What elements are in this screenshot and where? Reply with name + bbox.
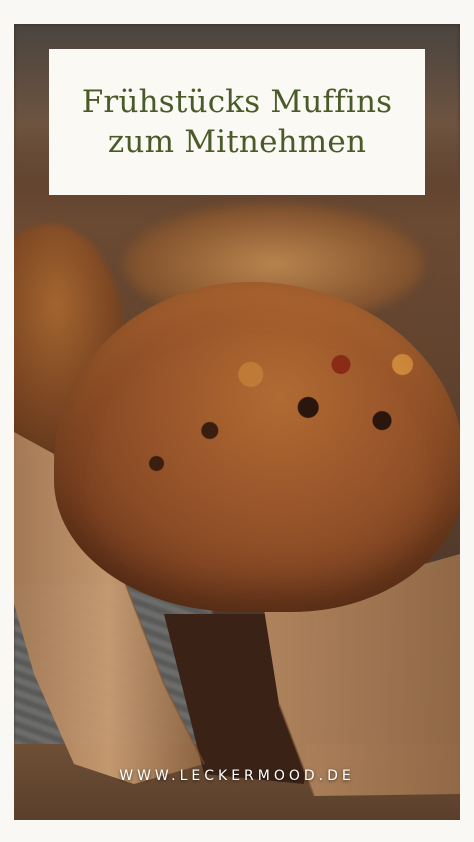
muffin-top (54, 282, 460, 612)
title-line-1: Frühstücks Muffins (81, 84, 393, 120)
website-url[interactable]: WWW.LECKERMOOD.DE (0, 768, 474, 784)
title-banner: Frühstücks Muffins zum Mitnehmen (49, 49, 425, 195)
title-line-2: zum Mitnehmen (107, 124, 367, 160)
